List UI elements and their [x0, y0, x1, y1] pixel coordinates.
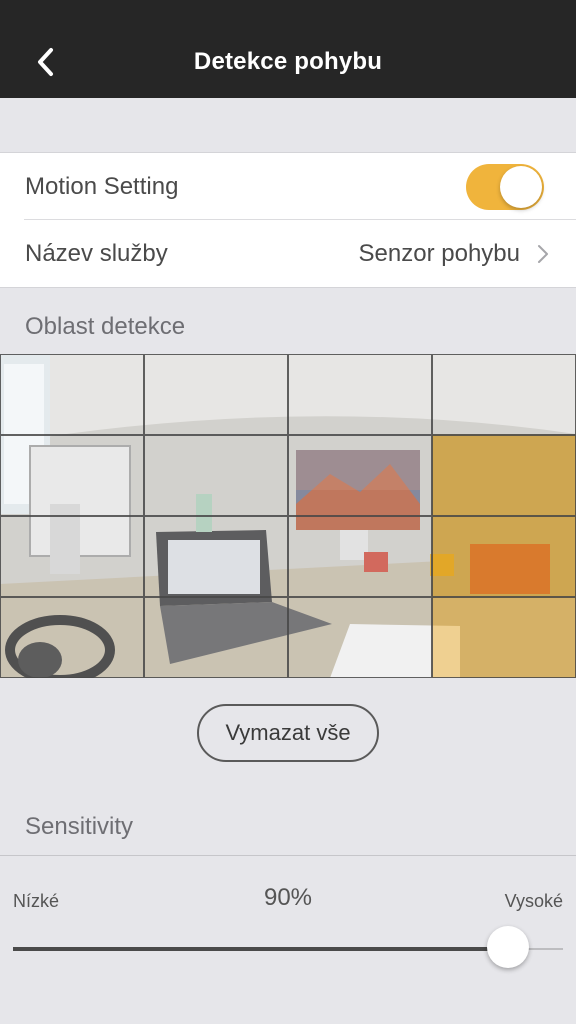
motion-setting-label: Motion Setting — [25, 173, 179, 200]
service-name-label: Název služby — [25, 240, 168, 267]
sensitivity-title: Sensitivity — [25, 813, 134, 840]
sensitivity-value: 90% — [263, 884, 313, 911]
grid-cell[interactable] — [432, 516, 576, 597]
grid-cell[interactable] — [432, 597, 576, 678]
sensitivity-divider — [0, 855, 576, 856]
navigation-bar: Detekce pohybu — [0, 0, 576, 98]
sensitivity-slider-thumb[interactable] — [487, 926, 529, 968]
detection-area-grid[interactable] — [0, 354, 576, 678]
slider-fill — [13, 947, 508, 951]
grid-cell[interactable] — [288, 435, 432, 516]
grid-cell[interactable] — [0, 597, 144, 678]
grid-cell[interactable] — [288, 597, 432, 678]
grid-cell[interactable] — [144, 354, 288, 435]
grid-cell[interactable] — [288, 516, 432, 597]
chevron-right-icon — [538, 245, 548, 263]
page-title: Detekce pohybu — [193, 48, 383, 75]
service-name-row[interactable]: Název služby Senzor pohybu — [0, 220, 576, 286]
grid-cell[interactable] — [432, 435, 576, 516]
grid-cell[interactable] — [288, 354, 432, 435]
motion-toggle[interactable] — [466, 164, 544, 210]
grid-cell[interactable] — [432, 354, 576, 435]
clear-all-button[interactable]: Vymazat vše — [197, 704, 379, 762]
grid-cell[interactable] — [144, 597, 288, 678]
grid-cell[interactable] — [0, 435, 144, 516]
grid-cell[interactable] — [144, 516, 288, 597]
detection-area-title: Oblast detekce — [25, 313, 186, 340]
sensitivity-high-label: Vysoké — [504, 891, 563, 911]
grid-overlay — [0, 354, 576, 678]
toggle-knob — [500, 166, 542, 208]
grid-cell[interactable] — [0, 354, 144, 435]
service-name-value: Senzor pohybu — [358, 240, 520, 267]
grid-cell[interactable] — [144, 435, 288, 516]
sensitivity-slider-track[interactable] — [13, 947, 563, 951]
grid-cell[interactable] — [0, 516, 144, 597]
